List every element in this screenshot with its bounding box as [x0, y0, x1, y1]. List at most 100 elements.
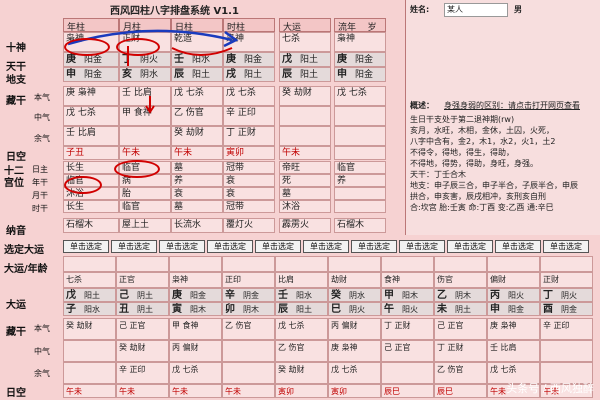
gan-cell: 庚阳金: [334, 52, 386, 67]
dayun-zhi-wuxing: 阴木: [243, 305, 259, 314]
s3-cell: 衰: [223, 187, 275, 200]
dayun-gan-wuxing: 阳火: [508, 291, 524, 300]
dayun-shishen-cell: 偏财: [487, 272, 540, 288]
gender-value: 男: [514, 5, 522, 14]
kong-cell: 午未: [119, 146, 171, 160]
canggan-cell: [279, 106, 331, 126]
select-dayun-button[interactable]: 单击选定: [255, 240, 301, 253]
dayun-gan-wuxing: 阴水: [349, 291, 365, 300]
dayun-canggan-cell: 庚 枭神: [487, 318, 540, 340]
dayun-canggan-cell: 己 正官: [116, 318, 169, 340]
kong-cell: 午未: [279, 146, 331, 160]
canggan-cell: [119, 126, 171, 146]
select-dayun-button[interactable]: 单击选定: [399, 240, 445, 253]
dayun-zhi-char: 丑: [119, 304, 129, 315]
gan-char: 庚: [337, 54, 347, 65]
nayin-cell: 石榴木: [334, 218, 386, 233]
header-dayun: 大运: [279, 18, 331, 33]
name-field[interactable]: 某人: [444, 3, 508, 17]
select-dayun-button[interactable]: 单击选定: [207, 240, 253, 253]
circle-zhengcai: [116, 38, 160, 56]
zhi-wuxing: 阳金: [355, 70, 374, 80]
zhi-char: 辰: [282, 69, 292, 80]
nayin-cell: 霹雳火: [279, 218, 331, 233]
dayun-zhi-cell: 辰阳土: [275, 302, 328, 316]
dayun-age-cell: [381, 256, 434, 272]
dayun-gan-wuxing: 阳金: [190, 291, 206, 300]
dayun-gan-wuxing: 阴木: [455, 291, 471, 300]
dayun-gan-wuxing: 阴金: [243, 291, 259, 300]
s4-cell: 临官: [119, 200, 171, 213]
dayun-zhi-char: 寅: [172, 304, 182, 315]
s3-cell: [334, 187, 386, 200]
select-dayun-button[interactable]: 单击选定: [495, 240, 541, 253]
dayun-kong-cell: 午未: [116, 384, 169, 398]
s2-cell: 死: [279, 174, 331, 187]
s3-cell: 胎: [119, 187, 171, 200]
label-shigan: 时干: [32, 204, 48, 213]
header-liunian: 流年 岁: [334, 18, 386, 33]
dayun-shishen-cell: 七杀: [63, 272, 116, 288]
select-dayun-button[interactable]: 单击选定: [111, 240, 157, 253]
select-dayun-button[interactable]: 单击选定: [303, 240, 349, 253]
dayun-gan-char: 己: [119, 290, 129, 301]
dayun-gan-cell: 丙阳火: [487, 288, 540, 302]
dayun-kong-cell: 午未: [222, 384, 275, 398]
dayun-kong-cell: 午未: [169, 384, 222, 398]
dayun-gan-char: 癸: [331, 290, 341, 301]
canggan-cell: [334, 106, 386, 126]
dayun-gan-wuxing: 阴土: [137, 291, 153, 300]
dayun-age-cell: [275, 256, 328, 272]
select-dayun-button[interactable]: 单击选定: [351, 240, 397, 253]
dayun-zhi-wuxing: 阴土: [455, 305, 471, 314]
dayun-canggan-cell: 戊 七杀: [275, 318, 328, 340]
dayun-canggan-cell: 庚 枭神: [328, 340, 381, 362]
strength-link[interactable]: 身强身弱的区别：请点击打开网页查看: [444, 100, 580, 111]
label-dizhi: 地支: [6, 75, 26, 86]
dayun-canggan-cell: 丁 正财: [381, 318, 434, 340]
dayun-zhi-char: 卯: [225, 304, 235, 315]
dayun-gan-cell: 戊阳土: [63, 288, 116, 302]
s2-cell: 养: [334, 174, 386, 187]
dayun-gan-wuxing: 阳土: [84, 291, 100, 300]
dayun-gan-char: 乙: [437, 290, 447, 301]
dayun-shishen-cell: 正印: [222, 272, 275, 288]
kong-cell: 午未: [171, 146, 223, 160]
watermark: 头条号 / 西风独醉: [506, 382, 594, 395]
dayun-gan-char: 甲: [384, 290, 394, 301]
shishen-cell: 枭神: [334, 32, 386, 52]
gan-char: 戊: [282, 54, 292, 65]
label-benqi-2: 本气: [34, 324, 50, 333]
info-panel: 姓名: 某人 男 概述： 身强身弱的区别：请点击打开网页查看 生日干支处于第二退…: [405, 0, 600, 235]
dayun-gan-cell: 乙阴木: [434, 288, 487, 302]
select-dayun-button[interactable]: 单击选定: [159, 240, 205, 253]
label-dayun-nianling: 大运/年龄: [4, 264, 48, 275]
nayin-cell: 屋上土: [119, 218, 171, 233]
zhi-cell: 申阳金: [334, 67, 386, 82]
dayun-gan-char: 丙: [490, 290, 500, 301]
dayun-zhi-char: 酉: [543, 304, 553, 315]
dayun-canggan-cell: 己 正官: [381, 340, 434, 362]
select-dayun-button[interactable]: 单击选定: [543, 240, 589, 253]
s2-cell: 养: [171, 174, 223, 187]
select-dayun-button[interactable]: 单击选定: [447, 240, 493, 253]
dayun-gan-wuxing: 阳水: [296, 291, 312, 300]
dayun-age-cell: [434, 256, 487, 272]
red-arc: [171, 47, 233, 56]
dayun-shishen-cell: 枭神: [169, 272, 222, 288]
select-dayun-button[interactable]: 单击选定: [63, 240, 109, 253]
dayun-zhi-wuxing: 阳火: [402, 305, 418, 314]
dayun-zhi-char: 辰: [278, 304, 288, 315]
canggan-cell: 癸 劫财: [279, 86, 331, 106]
dayun-shishen-cell: 食神: [381, 272, 434, 288]
zhi-wuxing: 阳土: [300, 70, 319, 80]
canggan-cell: 丁 正财: [223, 126, 275, 146]
dayun-zhi-cell: 酉阴金: [540, 302, 593, 316]
app-title: 西风四柱八字排盘系统 V1.1: [110, 6, 239, 17]
dayun-canggan-cell: [381, 362, 434, 384]
label-yuqi-2: 余气: [34, 369, 50, 378]
dayun-gan-cell: 辛阴金: [222, 288, 275, 302]
circle-linguan: [114, 160, 160, 178]
dayun-age-cell: [222, 256, 275, 272]
dayun-gan-cell: 甲阳木: [381, 288, 434, 302]
